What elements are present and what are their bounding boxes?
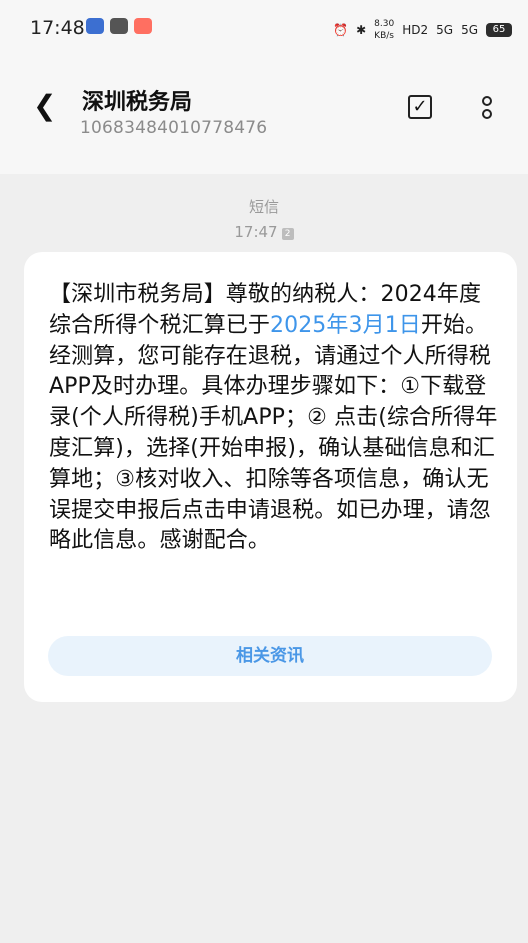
message-time-text: 17:47 <box>234 223 278 241</box>
message-text: 【深圳市税务局】尊敬的纳税人：2024年度综合所得个税汇算已于2025年3月1日… <box>49 280 499 557</box>
signal-5g-1: 5G <box>436 23 454 37</box>
related-info-button[interactable]: 相关资讯 <box>48 636 492 676</box>
message-bubble: 【深圳市税务局】尊敬的纳税人：2024年度综合所得个税汇算已于2025年3月1日… <box>24 252 517 702</box>
bluetooth-icon: ✱ <box>356 23 367 37</box>
message-meta: 短信 17:47 2 <box>0 196 528 241</box>
top-area: 17:48 ⏰ ✱ 8.30 KB/s HD2 5G 5G 65 ❮ 深圳税务局… <box>0 0 528 174</box>
blue-app-icon <box>86 18 104 34</box>
back-icon[interactable]: ❮ <box>33 92 57 120</box>
conversation-header: ❮ 深圳税务局 10683484010778476 ✓ <box>0 60 528 160</box>
status-time: 17:48 <box>30 17 85 39</box>
checkbox-icon[interactable]: ✓ <box>408 95 432 119</box>
contact-title: 深圳税务局 <box>82 90 193 115</box>
net-speed: 8.30 KB/s <box>374 19 395 41</box>
signal-5g-2: 5G <box>461 23 478 37</box>
contact-number: 10683484010778476 <box>80 118 268 138</box>
shop-icon <box>134 18 152 34</box>
message-text-part2: 开始。经测算，您可能存在退税，请通过个人所得税APP及时办理。具体办理步骤如下：… <box>49 312 498 554</box>
more-dot-1 <box>482 96 492 106</box>
status-right: ⏰ ✱ 8.30 KB/s HD2 5G 5G 65 <box>333 18 512 42</box>
message-label: 短信 <box>248 198 279 216</box>
wechat-icon <box>110 18 128 34</box>
battery-icon: 65 <box>486 23 512 37</box>
alarm-icon: ⏰ <box>333 23 349 37</box>
date-link[interactable]: 2025年3月1日 <box>270 313 421 338</box>
status-bar: 17:48 ⏰ ✱ 8.30 KB/s HD2 5G 5G 65 <box>0 0 528 56</box>
hd-icon: HD2 <box>402 23 429 37</box>
status-app-icons <box>86 18 152 34</box>
more-vertical-icon[interactable] <box>480 96 494 124</box>
more-dot-2 <box>482 109 492 119</box>
sim-2-icon: 2 <box>281 228 294 240</box>
message-time: 17:47 2 <box>0 223 528 241</box>
